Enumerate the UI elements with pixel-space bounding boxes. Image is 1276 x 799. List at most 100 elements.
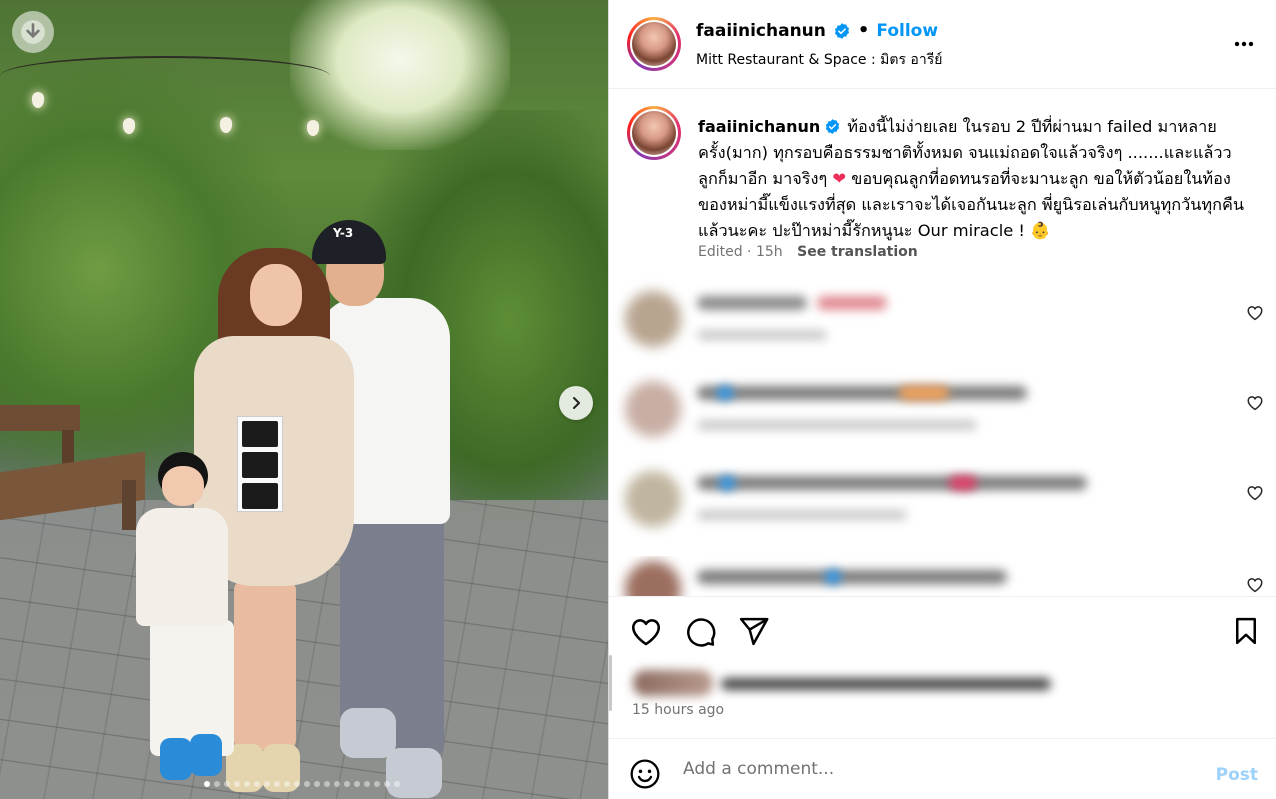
- comment-item: [609, 556, 1276, 596]
- see-translation-link[interactable]: See translation: [797, 244, 918, 260]
- share-send-icon[interactable]: [737, 615, 770, 648]
- carousel-dot: [224, 781, 230, 787]
- comment-emoji-blurred: [817, 296, 887, 310]
- like-comment-heart-icon[interactable]: [1246, 576, 1264, 594]
- like-comment-heart-icon[interactable]: [1246, 484, 1264, 502]
- baby-emoji: 👶: [1030, 221, 1051, 240]
- comment-avatar: [625, 291, 681, 347]
- carousel-dot: [364, 781, 370, 787]
- comment-verified-blurred: [717, 386, 733, 400]
- photo-woman-face: [250, 264, 302, 326]
- post-time-ago: 15 hours ago: [632, 702, 725, 718]
- story-ring[interactable]: [627, 106, 681, 160]
- verified-badge-icon: [834, 22, 849, 39]
- comment-text-blurred: [697, 386, 1027, 400]
- comment-verified-blurred: [825, 570, 841, 584]
- photo-man-shoe: [386, 748, 442, 798]
- carousel-dot: [234, 781, 240, 787]
- photo-bulb: [123, 118, 135, 134]
- caption-text: faaiinichanun ท้องนี้ไม่ง่ายเลย ในรอบ 2 ป…: [698, 114, 1250, 244]
- comment-bubble-icon[interactable]: [684, 615, 717, 648]
- comment-item: [609, 466, 1276, 556]
- photo-cap-logo: Y-3: [333, 226, 354, 240]
- follow-button[interactable]: Follow: [876, 21, 938, 41]
- instagram-post-view: Y-3 faaiinichanun • Follow Mitt Restaura…: [0, 0, 1276, 799]
- carousel-dot: [314, 781, 320, 787]
- liked-by-text-blurred: [721, 678, 1051, 690]
- username-link[interactable]: faaiinichanun: [696, 21, 826, 41]
- photo-bulb: [307, 120, 319, 136]
- carousel-dot: [334, 781, 340, 787]
- carousel-dot: [344, 781, 350, 787]
- photo-child-shoe: [160, 738, 192, 780]
- carousel-dot: [284, 781, 290, 787]
- carousel-dot: [264, 781, 270, 787]
- post-photo[interactable]: Y-3: [0, 0, 608, 799]
- photo-child-face: [162, 466, 204, 506]
- emoji-picker-icon[interactable]: [629, 758, 661, 790]
- comment-avatar: [625, 561, 681, 596]
- add-comment-input[interactable]: [683, 756, 1183, 782]
- edited-timestamp: Edited · 15h: [698, 244, 783, 260]
- separator-dot: •: [857, 20, 870, 41]
- like-heart-icon[interactable]: [629, 615, 663, 649]
- post-header: faaiinichanun • Follow Mitt Restaurant &…: [609, 0, 1276, 89]
- story-ring[interactable]: [627, 17, 681, 71]
- photo-child-top: [136, 508, 228, 626]
- carousel-dot: [244, 781, 250, 787]
- photo-bulb: [220, 117, 232, 133]
- photo-bench-leg: [122, 480, 136, 530]
- carousel-dot: [394, 781, 400, 787]
- comment-avatar: [625, 471, 681, 527]
- carousel-dot: [294, 781, 300, 787]
- caption-meta: Edited · 15h See translation: [698, 244, 918, 260]
- carousel-dot: [374, 781, 380, 787]
- download-icon[interactable]: [12, 11, 54, 53]
- comment-item: [609, 286, 1276, 376]
- carousel-indicators: [204, 781, 400, 787]
- more-options-icon[interactable]: [1232, 32, 1256, 56]
- photo-child-pants: [150, 620, 234, 756]
- post-actions-bar: [609, 596, 1276, 668]
- liked-by-avatars: [633, 670, 713, 696]
- comment-text-blurred: [697, 570, 1007, 584]
- comment-item: [609, 376, 1276, 466]
- like-comment-heart-icon[interactable]: [1246, 394, 1264, 412]
- carousel-dot: [204, 781, 210, 787]
- photo-man-shoe: [340, 708, 396, 758]
- carousel-dot: [384, 781, 390, 787]
- comment-text-blurred: [697, 476, 1087, 490]
- carousel-dot: [274, 781, 280, 787]
- comment-meta-blurred: [697, 330, 827, 340]
- photo-child-shoe: [190, 734, 222, 776]
- comment-meta-blurred: [697, 510, 907, 520]
- header-user-line: faaiinichanun • Follow: [696, 20, 938, 41]
- post-caption: faaiinichanun ท้องนี้ไม่ง่ายเลย ในรอบ 2 ป…: [609, 90, 1276, 270]
- location-link[interactable]: Mitt Restaurant & Space : มิตร อารีย์: [696, 49, 942, 71]
- post-comment-button[interactable]: Post: [1216, 765, 1258, 785]
- carousel-dot: [304, 781, 310, 787]
- avatar: [632, 111, 676, 155]
- photo-woman-legs: [234, 580, 296, 750]
- add-comment-bar: Post: [609, 738, 1276, 799]
- comment-emoji-blurred: [899, 386, 949, 400]
- comment-emoji-blurred: [949, 476, 977, 490]
- avatar: [632, 22, 676, 66]
- carousel-dot: [354, 781, 360, 787]
- photo-table: [0, 405, 80, 431]
- comment-avatar: [625, 381, 681, 437]
- photo-bulb: [32, 92, 44, 108]
- comments-scrollbar[interactable]: [609, 655, 612, 711]
- like-comment-heart-icon[interactable]: [1246, 304, 1264, 322]
- post-side-panel: faaiinichanun • Follow Mitt Restaurant &…: [608, 0, 1276, 799]
- comment-verified-blurred: [719, 476, 735, 490]
- next-photo-button[interactable]: [559, 386, 593, 420]
- caption-username[interactable]: faaiinichanun: [698, 117, 820, 136]
- carousel-dot: [254, 781, 260, 787]
- carousel-dot: [214, 781, 220, 787]
- liked-by-blurred: [633, 670, 1063, 698]
- verified-badge-icon: [826, 119, 840, 134]
- carousel-dot: [324, 781, 330, 787]
- comment-meta-blurred: [697, 420, 977, 430]
- save-bookmark-icon[interactable]: [1231, 615, 1261, 647]
